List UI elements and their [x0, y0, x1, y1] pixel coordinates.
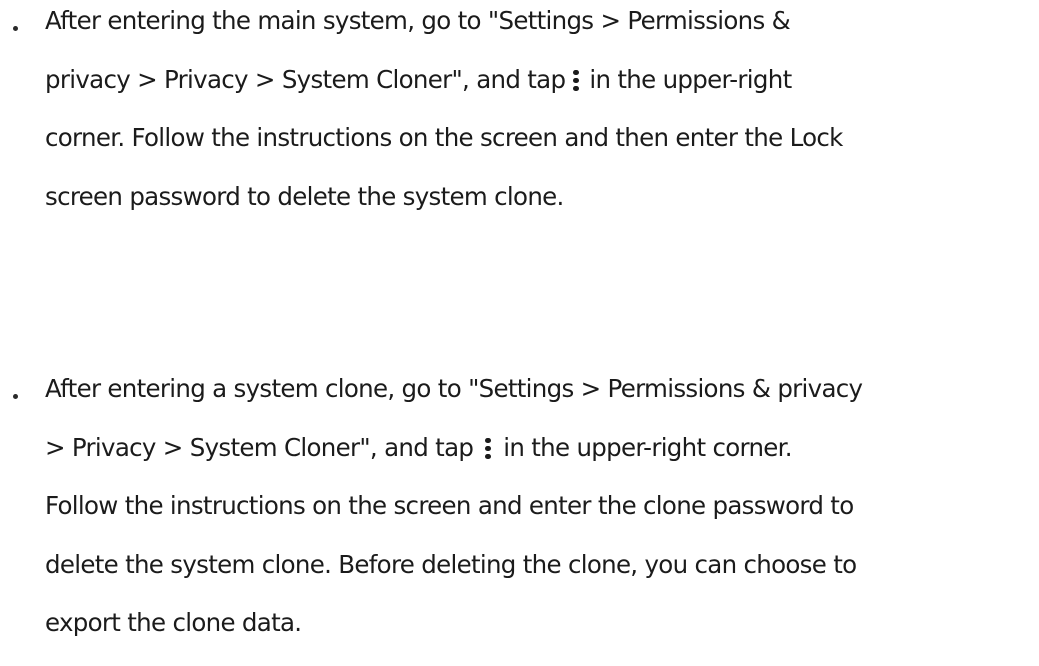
- text-line: > Privacy > System Cloner", and tap in th…: [45, 419, 1035, 478]
- bullet-dot: [13, 394, 18, 399]
- text-line: After entering a system clone, go to "Se…: [45, 374, 863, 403]
- bullet-dot: [13, 26, 18, 31]
- text-line: Follow the instructions on the screen an…: [45, 491, 854, 520]
- bullet-text: After entering a system clone, go to "Se…: [45, 372, 1035, 653]
- text-line: privacy > Privacy > System Cloner", and …: [45, 51, 1035, 110]
- text-line: After entering the main system, go to "S…: [45, 6, 791, 35]
- text-line: export the clone data.: [45, 608, 302, 637]
- text-line: corner. Follow the instructions on the s…: [45, 123, 843, 152]
- bullet-text: After entering the main system, go to "S…: [45, 4, 1035, 226]
- more-vertical-icon: [483, 436, 493, 460]
- text-line: screen password to delete the system clo…: [45, 181, 564, 211]
- document-body: After entering the main system, go to "S…: [0, 0, 1039, 666]
- text-fragment: > Privacy > System Cloner", and tap: [45, 432, 474, 462]
- text-line: delete the system clone. Before deleting…: [45, 549, 857, 579]
- text-fragment: in the upper-right: [589, 64, 792, 94]
- more-vertical-icon: [571, 68, 581, 92]
- text-fragment: in the upper-right corner.: [503, 432, 792, 462]
- text-fragment: privacy > Privacy > System Cloner", and …: [45, 64, 566, 94]
